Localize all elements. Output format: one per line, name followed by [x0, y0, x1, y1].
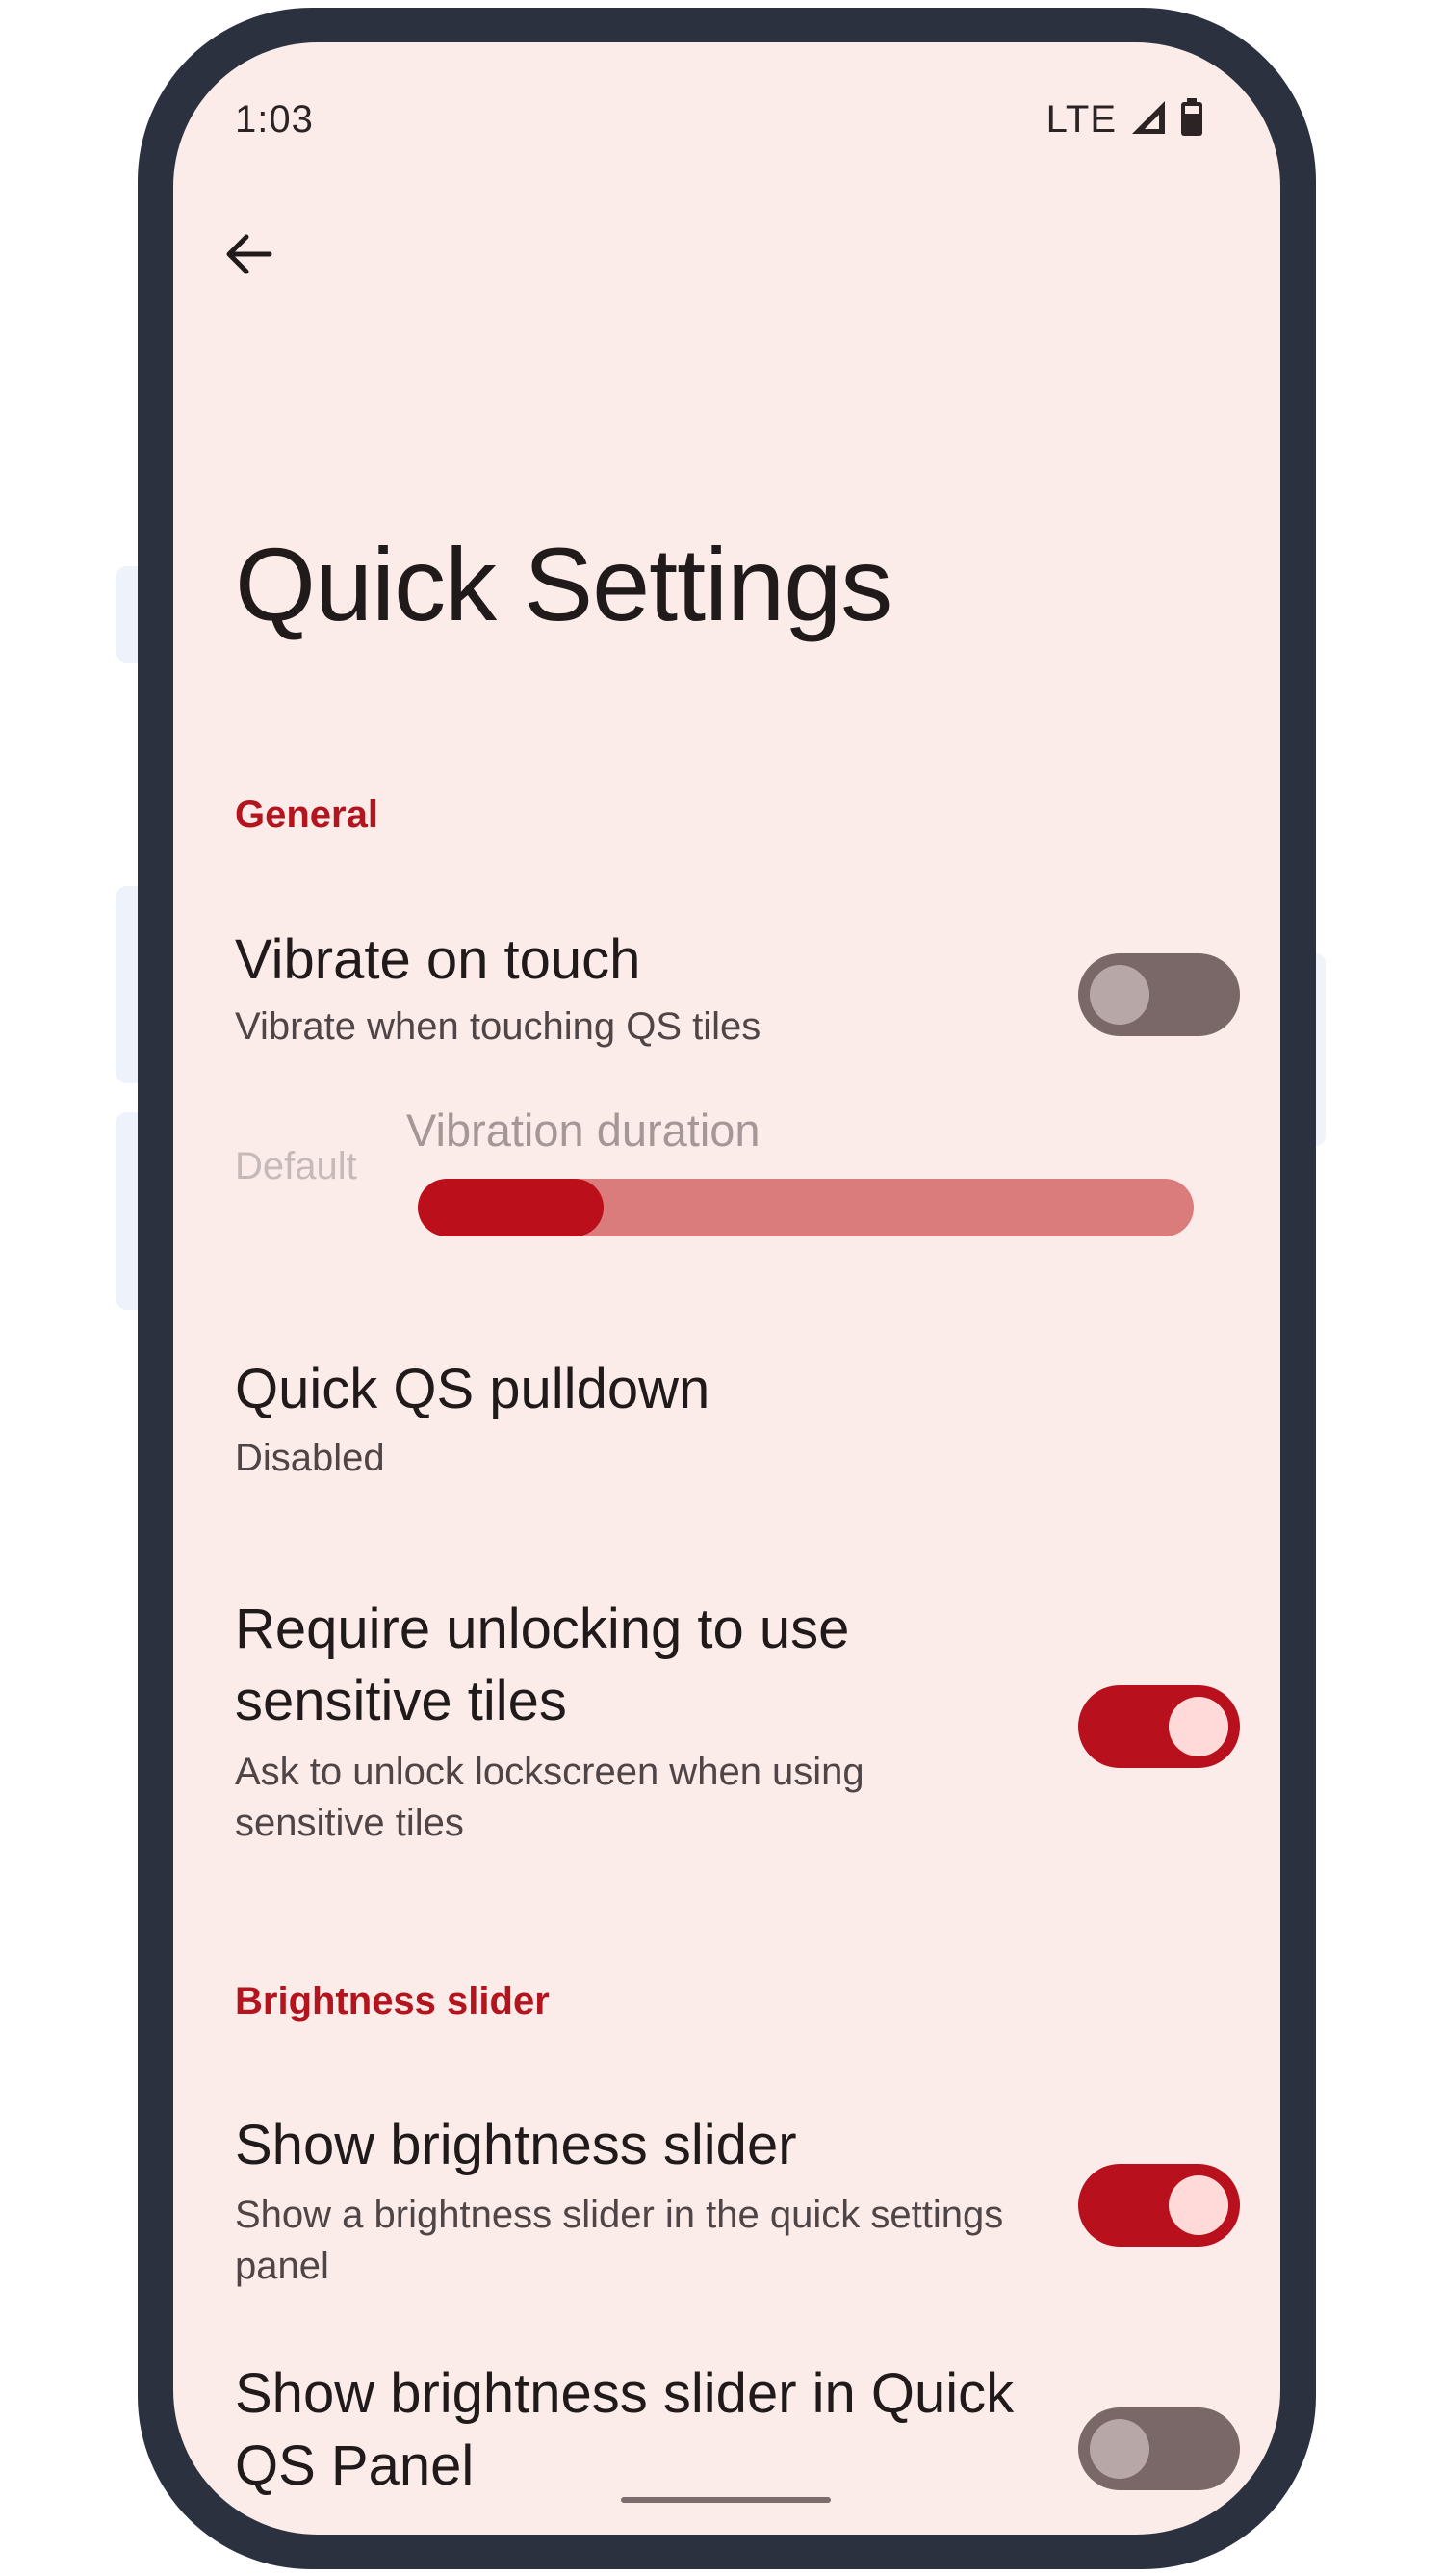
status-bar: 1:03 LTE — [173, 98, 1280, 156]
phone-frame: 1:03 LTE Quick Settings General Vibrate … — [138, 8, 1316, 2569]
network-type: LTE — [1045, 98, 1117, 141]
toggle-knob — [1090, 2419, 1149, 2479]
show-brightness-toggle[interactable] — [1078, 2164, 1240, 2247]
toggle-knob — [1169, 2175, 1228, 2235]
section-brightness-slider: Brightness slider — [235, 1980, 550, 2022]
require-unlock-toggle[interactable] — [1078, 1685, 1240, 1768]
show-brightness-qqs-toggle[interactable] — [1078, 2407, 1240, 2490]
vibration-duration-value: Default — [235, 1145, 357, 1187]
vibration-duration-title: Vibration duration — [406, 1105, 761, 1156]
show-brightness-title: Show brightness slider — [235, 2114, 797, 2176]
vibrate-summary: Vibrate when touching QS tiles — [235, 1005, 761, 1048]
battery-icon — [1180, 98, 1203, 142]
page-title: Quick Settings — [235, 526, 892, 642]
show-brightness-qqs-title: Show brightness slider in Quick QS Panel — [235, 2362, 1015, 2497]
quick-pulldown-title: Quick QS pulldown — [235, 1358, 710, 1420]
home-gesture-bar[interactable] — [621, 2497, 831, 2503]
slider-fill — [418, 1179, 605, 1236]
signal-icon — [1130, 99, 1167, 141]
section-general: General — [235, 794, 378, 836]
require-unlock-title: Require unlocking to use sensitive tiles — [235, 1598, 850, 1732]
arrow-back-icon — [226, 234, 272, 274]
require-unlock-summary: Ask to unlock lockscreen when using sens… — [235, 1751, 864, 1844]
show-brightness-summary: Show a brightness slider in the quick se… — [235, 2194, 1004, 2287]
status-icons: LTE — [1046, 98, 1203, 142]
vibrate-toggle[interactable] — [1078, 953, 1240, 1036]
quick-pulldown-summary: Disabled — [235, 1437, 385, 1479]
vibration-duration-slider[interactable] — [418, 1179, 1194, 1236]
toggle-knob — [1090, 965, 1149, 1025]
back-button[interactable] — [210, 216, 287, 293]
settings-screen: 1:03 LTE Quick Settings General Vibrate … — [173, 42, 1280, 2535]
toggle-knob — [1169, 1697, 1228, 1756]
status-time: 1:03 — [235, 98, 314, 141]
vibrate-title: Vibrate on touch — [235, 928, 641, 991]
